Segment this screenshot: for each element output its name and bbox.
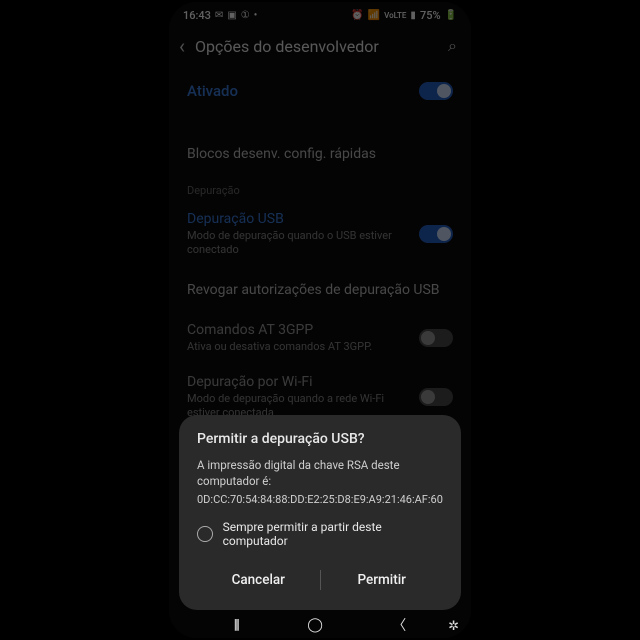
always-allow-checkbox[interactable] <box>197 526 213 542</box>
back-key[interactable]: 〈 <box>392 615 406 635</box>
wifi-debug-toggle[interactable] <box>419 388 453 406</box>
dialog-body: A impressão digital da chave RSA deste c… <box>197 457 443 489</box>
allow-button[interactable]: Permitir <box>321 564 444 596</box>
page-title: Opções do desenvolvedor <box>195 37 438 56</box>
activated-toggle[interactable] <box>419 82 453 100</box>
screen-content: ‹ Opções do desenvolvedor ⌕ Ativado Bloc… <box>169 28 471 430</box>
at3gpp-title: Comandos AT 3GPP <box>187 322 409 338</box>
usb-debug-title: Depuração USB <box>187 211 409 227</box>
accessibility-icon[interactable]: ✲ <box>448 619 459 634</box>
notification-icon: • <box>254 10 258 21</box>
dialog-title: Permitir a depuração USB? <box>197 431 443 447</box>
signal-icon: ▮ <box>410 10 416 21</box>
usb-debug-toggle[interactable] <box>419 225 453 243</box>
dialog-fingerprint: 0D:CC:70:54:84:88:DD:E2:25:D8:E9:A9:21:4… <box>197 493 443 506</box>
section-debug-label: Depuração <box>169 176 471 201</box>
volte-icon: VoLTE <box>384 11 406 20</box>
at3gpp-toggle[interactable] <box>419 329 453 347</box>
revoke-row[interactable]: Revogar autorizações de depuração USB <box>169 268 471 312</box>
quick-tiles-label: Blocos desenv. config. rápidas <box>187 146 376 162</box>
nav-bar: ||| ◯ 〈 <box>169 612 471 638</box>
alarm-icon: ⏰ <box>351 10 363 21</box>
usb-debug-row[interactable]: Depuração USB Modo de depuração quando o… <box>169 201 471 268</box>
notification-icon: ① <box>241 10 250 21</box>
battery-icon: 🔋 <box>445 10 457 21</box>
battery-percent: 75% <box>420 9 441 22</box>
notification-icon: ✉ <box>215 10 223 21</box>
phone-frame: 16:43 ✉ ▣ ① • ⏰ 📶 VoLTE ▮ 75% 🔋 ‹ Opções… <box>169 2 471 638</box>
status-right: ⏰ 📶 VoLTE ▮ 75% 🔋 <box>351 9 457 22</box>
always-allow-row[interactable]: Sempre permitir a partir deste computado… <box>197 520 443 548</box>
home-key[interactable]: ◯ <box>307 617 323 633</box>
usb-debug-sub: Modo de depuração quando o USB estiver c… <box>187 229 409 258</box>
dialog-actions: Cancelar Permitir <box>197 558 443 604</box>
search-icon[interactable]: ⌕ <box>448 36 457 56</box>
recents-key[interactable]: ||| <box>234 617 238 633</box>
activated-row[interactable]: Ativado <box>169 68 471 114</box>
revoke-title: Revogar autorizações de depuração USB <box>187 282 440 298</box>
status-bar: 16:43 ✉ ▣ ① • ⏰ 📶 VoLTE ▮ 75% 🔋 <box>169 2 471 28</box>
at3gpp-row[interactable]: Comandos AT 3GPP Ativa ou desativa coman… <box>169 312 471 364</box>
activated-label: Ativado <box>187 82 238 100</box>
status-left: 16:43 ✉ ▣ ① • <box>183 9 257 22</box>
wifi-icon: 📶 <box>368 10 380 21</box>
app-header: ‹ Opções do desenvolvedor ⌕ <box>169 28 471 68</box>
back-icon[interactable]: ‹ <box>179 34 185 58</box>
quick-tiles-row[interactable]: Blocos desenv. config. rápidas <box>169 132 471 176</box>
status-time: 16:43 <box>183 9 211 22</box>
at3gpp-sub: Ativa ou desativa comandos AT 3GPP. <box>187 340 409 354</box>
cancel-button[interactable]: Cancelar <box>197 564 320 596</box>
wifi-debug-title: Depuração por Wi-Fi <box>187 374 409 390</box>
usb-debug-dialog: Permitir a depuração USB? A impressão di… <box>179 415 461 610</box>
always-allow-label: Sempre permitir a partir deste computado… <box>223 520 443 548</box>
notification-icon: ▣ <box>227 10 236 21</box>
